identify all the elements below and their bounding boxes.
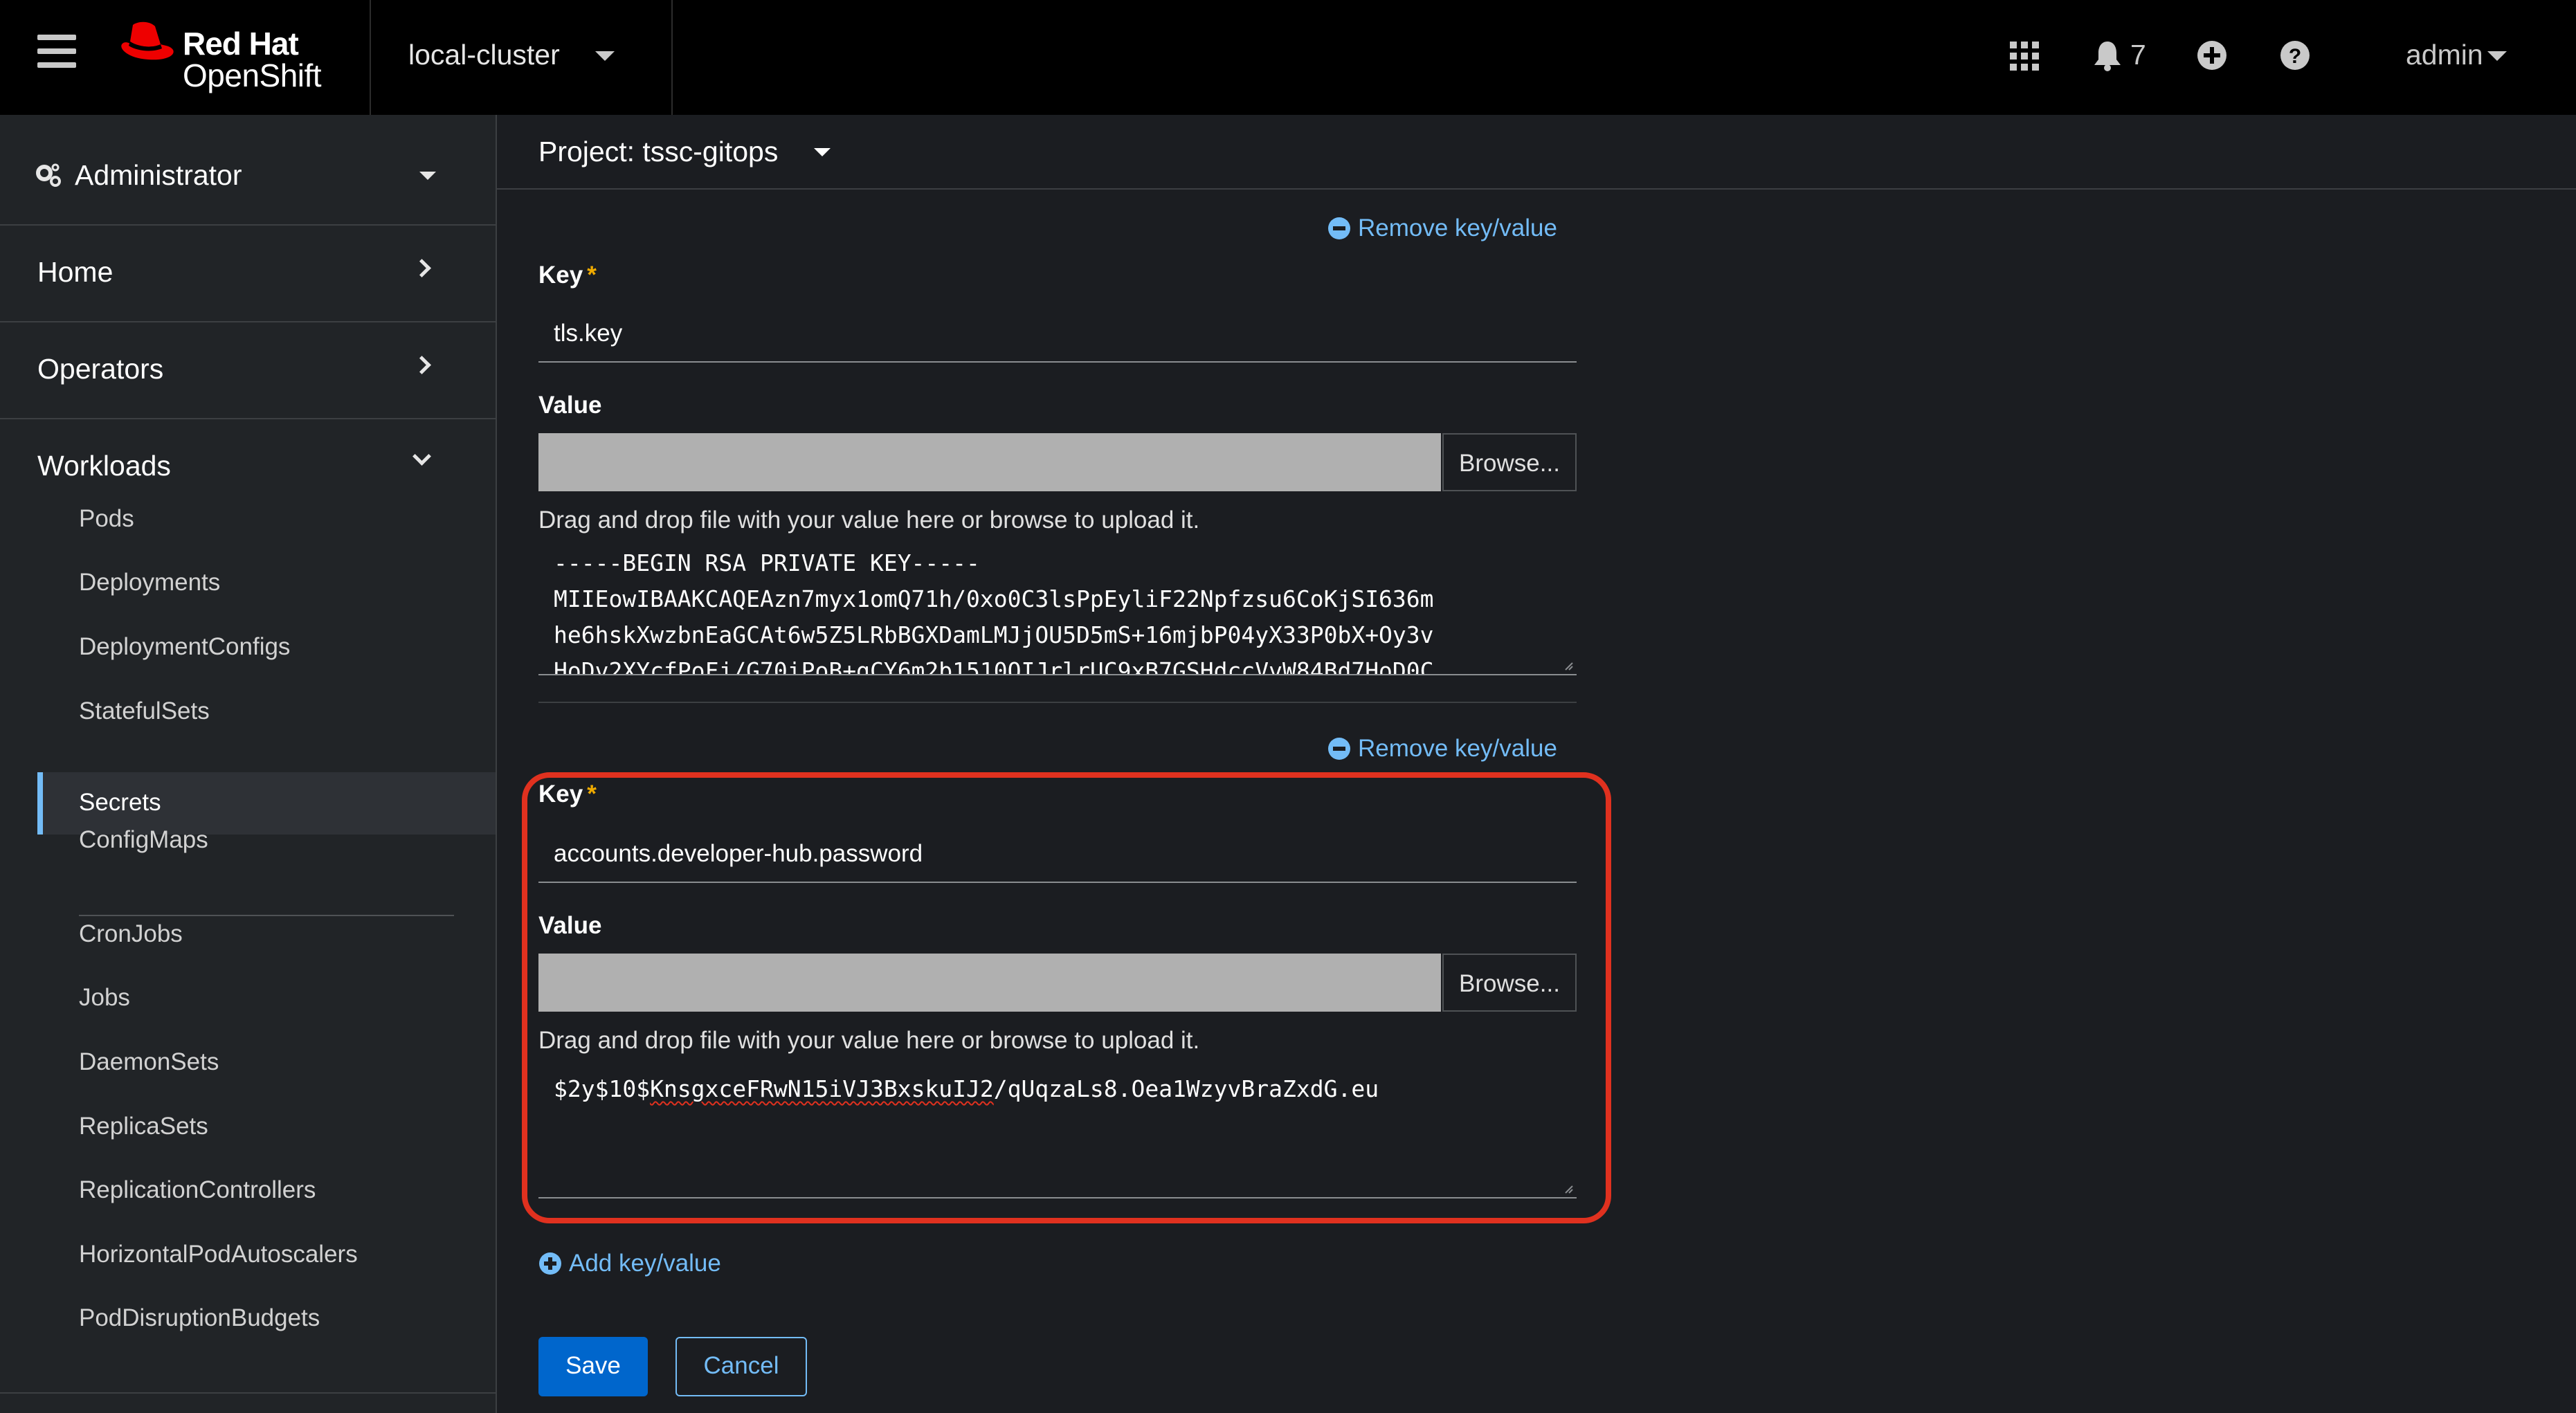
svg-text:?: ? xyxy=(2289,45,2301,68)
sidebar-item-deployments[interactable]: Deployments xyxy=(37,554,496,616)
sidebar-item-cronjobs[interactable]: CronJobs xyxy=(37,905,496,967)
nav-section-label: Home xyxy=(37,256,114,288)
main-content: Project: tssc-gitops Remove key/value Ke… xyxy=(497,115,2576,1413)
textarea-line: MIIEowIBAAKCAQEAzn7myx1omQ71h/0xo0C3lsPp… xyxy=(554,585,1434,612)
notification-count: 7 xyxy=(2130,39,2146,71)
nav-section-home[interactable]: Home xyxy=(0,226,496,322)
sidebar-item-label: ReplicaSets xyxy=(79,1113,208,1140)
row-divider xyxy=(538,702,1577,703)
sidebar-item-label: Pods xyxy=(79,505,134,532)
perspective-label: Administrator xyxy=(75,159,242,191)
project-name: Project: tssc-gitops xyxy=(538,136,779,167)
key-label: Key * xyxy=(538,262,597,289)
chevron-down-icon xyxy=(2487,51,2507,61)
chevron-down-icon xyxy=(814,148,831,156)
remove-key-value-label: Remove key/value xyxy=(1358,735,1557,762)
save-button[interactable]: Save xyxy=(538,1337,648,1396)
remove-key-value-link[interactable]: Remove key/value xyxy=(1327,735,1557,763)
value-label: Value xyxy=(538,392,602,419)
file-upload-field[interactable] xyxy=(538,433,1441,491)
masthead-divider xyxy=(370,0,371,115)
key-label-text: Key xyxy=(538,262,583,289)
redhat-openshift-logo[interactable]: Red Hat OpenShift xyxy=(118,18,346,94)
project-selector-bar: Project: tssc-gitops xyxy=(497,115,2576,190)
required-mark: * xyxy=(587,262,597,289)
remove-key-value-link[interactable]: Remove key/value xyxy=(1327,215,1557,242)
sidebar-item-label: CronJobs xyxy=(79,920,183,947)
save-button-label: Save xyxy=(565,1352,621,1379)
nav-section-operators[interactable]: Operators xyxy=(0,322,496,419)
key-input-value: tls.key xyxy=(554,320,623,347)
chevron-right-icon xyxy=(412,259,431,277)
masthead: Red Hat OpenShift local-cluster 7 ? admi… xyxy=(0,0,2576,115)
plus-circle-icon xyxy=(539,1252,561,1275)
chevron-right-icon xyxy=(412,356,431,374)
textarea-line: -----BEGIN RSA PRIVATE KEY----- xyxy=(554,549,980,576)
app-grid-icon[interactable] xyxy=(2010,42,2039,71)
sidebar-item-deploymentconfigs[interactable]: DeploymentConfigs xyxy=(37,618,496,680)
plus-circle-icon[interactable] xyxy=(2197,40,2227,71)
highlight-annotation-box xyxy=(522,772,1611,1223)
browse-button-label: Browse... xyxy=(1459,450,1560,477)
perspective-switcher[interactable]: Administrator xyxy=(0,115,496,226)
sidebar-item-label: Deployments xyxy=(79,569,221,596)
minus-circle-icon xyxy=(1328,738,1350,760)
question-circle-icon[interactable]: ? xyxy=(2280,40,2310,71)
nav-divider xyxy=(0,1392,496,1394)
user-name: admin xyxy=(2406,39,2483,71)
sidebar-item-label: Jobs xyxy=(79,984,130,1011)
nav-section-label: Workloads xyxy=(37,450,171,482)
sidebar-item-pods[interactable]: Pods xyxy=(37,490,496,552)
sidebar-item-horizontalpodautoscalers[interactable]: HorizontalPodAutoscalers xyxy=(37,1225,496,1288)
sidebar-item-label: PodDisruptionBudgets xyxy=(79,1304,320,1331)
resize-handle-icon[interactable] xyxy=(1563,660,1574,671)
gears-icon xyxy=(36,163,61,187)
value-textarea[interactable]: -----BEGIN RSA PRIVATE KEY----- MIIEowIB… xyxy=(538,549,1577,675)
bell-icon xyxy=(2094,42,2121,71)
add-key-value-link[interactable]: Add key/value xyxy=(538,1250,721,1277)
chevron-down-icon xyxy=(412,447,431,466)
cancel-button-label: Cancel xyxy=(703,1352,779,1379)
sidebar-item-replicasets[interactable]: ReplicaSets xyxy=(37,1097,496,1160)
chevron-down-icon xyxy=(595,51,615,61)
sidebar-item-label: StatefulSets xyxy=(79,698,210,724)
logo-text-openshift: OpenShift xyxy=(183,57,322,93)
sidebar-item-statefulsets[interactable]: StatefulSets xyxy=(37,682,496,745)
sidebar-item-label: ConfigMaps xyxy=(79,826,208,853)
remove-key-value-label: Remove key/value xyxy=(1358,215,1557,241)
cluster-name: local-cluster xyxy=(408,39,560,71)
minus-circle-icon xyxy=(1328,217,1350,239)
hamburger-menu-icon[interactable] xyxy=(37,35,79,68)
sidebar-item-poddisruptionbudgets[interactable]: PodDisruptionBudgets xyxy=(37,1289,496,1351)
sidebar-nav: Administrator Home Operators Workloads P… xyxy=(0,115,497,1413)
upload-helper-text: Drag and drop file with your value here … xyxy=(538,507,1200,534)
sidebar-item-label: DaemonSets xyxy=(79,1048,219,1075)
sidebar-item-daemonsets[interactable]: DaemonSets xyxy=(37,1033,496,1095)
sidebar-item-jobs[interactable]: Jobs xyxy=(37,969,496,1031)
redhat-logo xyxy=(121,21,174,60)
add-key-value-label: Add key/value xyxy=(569,1250,721,1277)
cancel-button[interactable]: Cancel xyxy=(675,1337,807,1396)
sidebar-item-replicationcontrollers[interactable]: ReplicationControllers xyxy=(37,1161,496,1223)
key-input[interactable]: tls.key xyxy=(538,306,1577,363)
chevron-down-icon xyxy=(419,172,436,180)
sidebar-item-label: DeploymentConfigs xyxy=(79,633,291,660)
textarea-line: HoDv2XYcfPoFj/G70iPoB+gCY6m2b1510QIJrlrU… xyxy=(554,657,1434,675)
masthead-divider xyxy=(671,0,673,115)
sidebar-item-configmaps[interactable]: ConfigMaps xyxy=(37,811,496,873)
browse-button[interactable]: Browse... xyxy=(1442,433,1577,491)
sidebar-item-label: ReplicationControllers xyxy=(79,1176,316,1203)
nav-section-label: Operators xyxy=(37,353,164,385)
sidebar-item-label: HorizontalPodAutoscalers xyxy=(79,1241,358,1268)
textarea-line: he6hskXwzbnEaGCAt6w5Z5LRbBGXDamLMJjOU5D5… xyxy=(554,621,1434,648)
